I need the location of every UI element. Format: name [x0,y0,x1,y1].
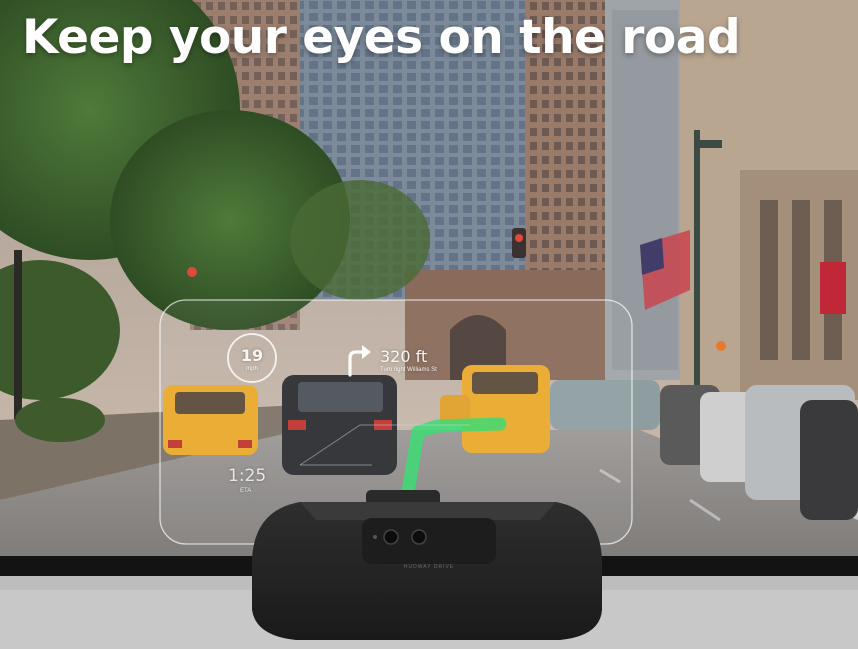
hud-speed-value: 19 [240,346,264,365]
device-brand-label: HUDWAY DRIVE [403,564,455,570]
hud-eta-label: ETA [240,488,252,494]
hud-promo-photo: Keep your eyes on the road 19 mph 320 ft… [0,0,858,649]
hud-turn-distance: 320 ft [380,347,428,366]
hud-eta-time: 1:25 [228,466,267,486]
hud-turn-instruction: Turn right Williams St [380,367,437,373]
street-photo [0,0,858,649]
headline: Keep your eyes on the road [22,10,741,65]
hud-speed-unit: mph [246,366,258,372]
